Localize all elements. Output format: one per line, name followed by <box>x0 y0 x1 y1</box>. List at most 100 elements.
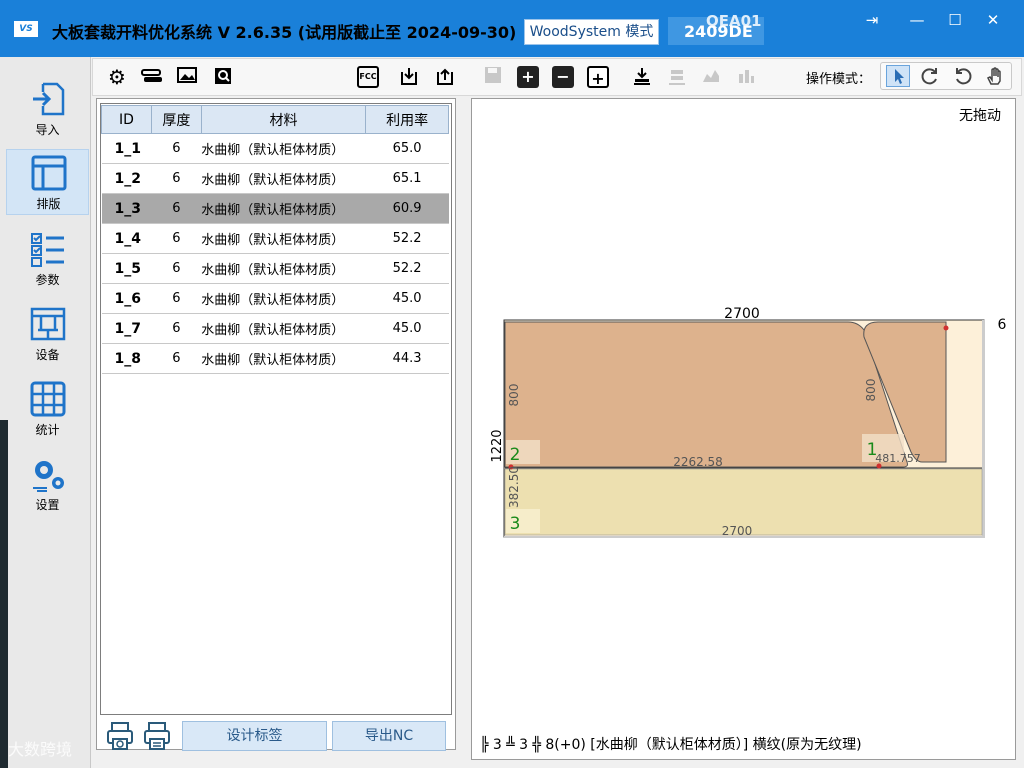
mode-indicator[interactable]: WoodSystem 模式 <box>524 19 659 45</box>
cell-material: 水曲柳（默认柜体材质） <box>201 253 366 284</box>
select-cursor-icon[interactable] <box>886 65 910 87</box>
align-top-icon[interactable] <box>666 66 688 88</box>
cell-rate: 65.1 <box>365 163 449 194</box>
table-row[interactable]: 1_8 6 水曲柳（默认柜体材质） 44.3 <box>101 343 449 374</box>
remove-icon[interactable]: − <box>552 66 574 88</box>
nav-params[interactable]: 参数 <box>6 226 89 292</box>
rotate-ccw-icon[interactable] <box>953 66 973 90</box>
table-row[interactable]: 1_4 6 水曲柳（默认柜体材质） 52.2 <box>101 223 449 254</box>
nav-label: 设备 <box>35 348 60 362</box>
part-3-width-label: 2700 <box>722 524 753 538</box>
export-file-icon[interactable] <box>434 66 456 88</box>
part-1-height-label: 800 <box>864 379 878 402</box>
part-3-height-label: 382.50 <box>507 466 521 508</box>
nav-settings[interactable]: 设置 <box>6 451 89 517</box>
hand-pan-icon[interactable] <box>985 66 1005 90</box>
rotate-icon[interactable] <box>920 66 940 90</box>
cell-rate: 60.9 <box>365 193 449 224</box>
app-logo: VS <box>14 21 38 37</box>
part-2-width-label: 2262.58 <box>673 455 723 469</box>
nav-device[interactable]: 设备 <box>6 301 89 367</box>
watermark: 大数跨境 <box>8 740 73 759</box>
part-1-label: 1 <box>867 440 878 460</box>
checklist-icon <box>31 233 64 267</box>
add-icon[interactable]: + <box>517 66 539 88</box>
align-bottom-icon[interactable] <box>631 66 653 88</box>
logout-icon[interactable]: ⇥ <box>852 8 892 32</box>
settings-gear-icon[interactable]: ⚙ <box>106 66 128 88</box>
cell-rate: 44.3 <box>365 343 449 374</box>
cell-material: 水曲柳（默认柜体材质） <box>201 133 366 164</box>
bar-chart-icon[interactable] <box>735 66 757 88</box>
nav-label: 排版 <box>36 197 61 211</box>
chart-icon[interactable] <box>700 66 722 88</box>
table-row[interactable]: 1_7 6 水曲柳（默认柜体材质） 45.0 <box>101 313 449 344</box>
cell-rate: 45.0 <box>365 313 449 344</box>
save-icon[interactable] <box>482 66 504 88</box>
app-title: 大板套裁开料优化系统 V 2.6.35 (试用版截止至 2024-09-30) <box>52 23 517 42</box>
cell-material: 水曲柳（默认柜体材质） <box>201 343 366 374</box>
column-header-material[interactable]: 材料 <box>200 105 367 134</box>
part-1-offset-label: 481.757 <box>875 452 921 465</box>
board-drawing: 2700 6 1220 800 800 2262.58 481.757 382.… <box>490 306 1007 538</box>
cell-material: 水曲柳（默认柜体材质） <box>201 283 366 314</box>
grid-icon <box>30 381 66 417</box>
table-row[interactable]: 1_6 6 水曲柳（默认柜体材质） 45.0 <box>101 283 449 314</box>
cell-id: 1_8 <box>101 343 152 374</box>
import-icon <box>33 82 65 116</box>
cell-thickness: 6 <box>151 223 202 254</box>
cell-thickness: 6 <box>151 343 202 374</box>
cell-id: 1_2 <box>101 163 152 194</box>
cell-id: 1_3 <box>101 193 152 224</box>
nav-label: 参数 <box>35 273 60 287</box>
board-height-label: 1220 <box>490 429 505 462</box>
search-doc-icon[interactable] <box>212 66 234 88</box>
nav-label: 导入 <box>35 123 60 137</box>
part-2-label: 2 <box>510 445 521 465</box>
table-row[interactable]: 1_1 6 水曲柳（默认柜体材质） 65.0 <box>101 133 449 164</box>
add-box-icon[interactable]: + <box>587 66 609 88</box>
column-header-rate[interactable]: 利用率 <box>365 105 449 134</box>
table-row[interactable]: 1_5 6 水曲柳（默认柜体材质） 52.2 <box>101 253 449 284</box>
print-preview-icon[interactable] <box>106 721 134 751</box>
nav-layout[interactable]: 排版 <box>6 149 89 215</box>
cell-id: 1_7 <box>101 313 152 344</box>
close-button[interactable]: ✕ <box>973 8 1013 32</box>
print-icon[interactable] <box>143 721 171 751</box>
column-header-id[interactable]: ID <box>101 105 152 134</box>
status-bar: ╠ 3 ╩ 3 ╬ 8(+0) [水曲柳（默认柜体材质）] 横纹(原为无纹理) <box>480 737 862 753</box>
export-nc-button[interactable]: 导出NC <box>332 721 446 751</box>
minimize-button[interactable]: — <box>897 8 937 32</box>
part-2-height-label: 800 <box>507 384 521 407</box>
maximize-button[interactable]: ☐ <box>935 8 975 32</box>
cell-material: 水曲柳（默认柜体材质） <box>201 313 366 344</box>
cell-rate: 52.2 <box>365 223 449 254</box>
design-label-button[interactable]: 设计标签 <box>182 721 327 751</box>
table-row[interactable]: 1_3 6 水曲柳（默认柜体材质） 60.9 <box>101 193 449 224</box>
cell-thickness: 6 <box>151 133 202 164</box>
boards-icon[interactable] <box>140 66 162 88</box>
nav-stats[interactable]: 统计 <box>6 376 89 442</box>
cell-thickness: 6 <box>151 253 202 284</box>
cell-material: 水曲柳（默认柜体材质） <box>201 193 366 224</box>
cell-thickness: 6 <box>151 283 202 314</box>
import-file-icon[interactable] <box>398 66 420 88</box>
cell-rate: 65.0 <box>365 133 449 164</box>
board-width-label: 2700 <box>724 306 760 322</box>
column-header-thickness[interactable]: 厚度 <box>150 105 202 134</box>
cell-id: 1_6 <box>101 283 152 314</box>
cell-thickness: 6 <box>151 313 202 344</box>
part-2-shape <box>504 321 908 468</box>
operation-mode-label: 操作模式： <box>806 72 872 87</box>
cell-material: 水曲柳（默认柜体材质） <box>201 223 366 254</box>
fcc-button[interactable]: FCC <box>357 66 379 88</box>
table-row[interactable]: 1_2 6 水曲柳（默认柜体材质） 65.1 <box>101 163 449 194</box>
cell-thickness: 6 <box>151 163 202 194</box>
image-icon[interactable] <box>176 66 198 88</box>
cell-rate: 52.2 <box>365 253 449 284</box>
nav-import[interactable]: 导入 <box>6 76 89 142</box>
cell-id: 1_5 <box>101 253 152 284</box>
cell-material: 水曲柳（默认柜体材质） <box>201 163 366 194</box>
nav-label: 设置 <box>35 498 60 512</box>
machine-icon <box>30 307 66 341</box>
